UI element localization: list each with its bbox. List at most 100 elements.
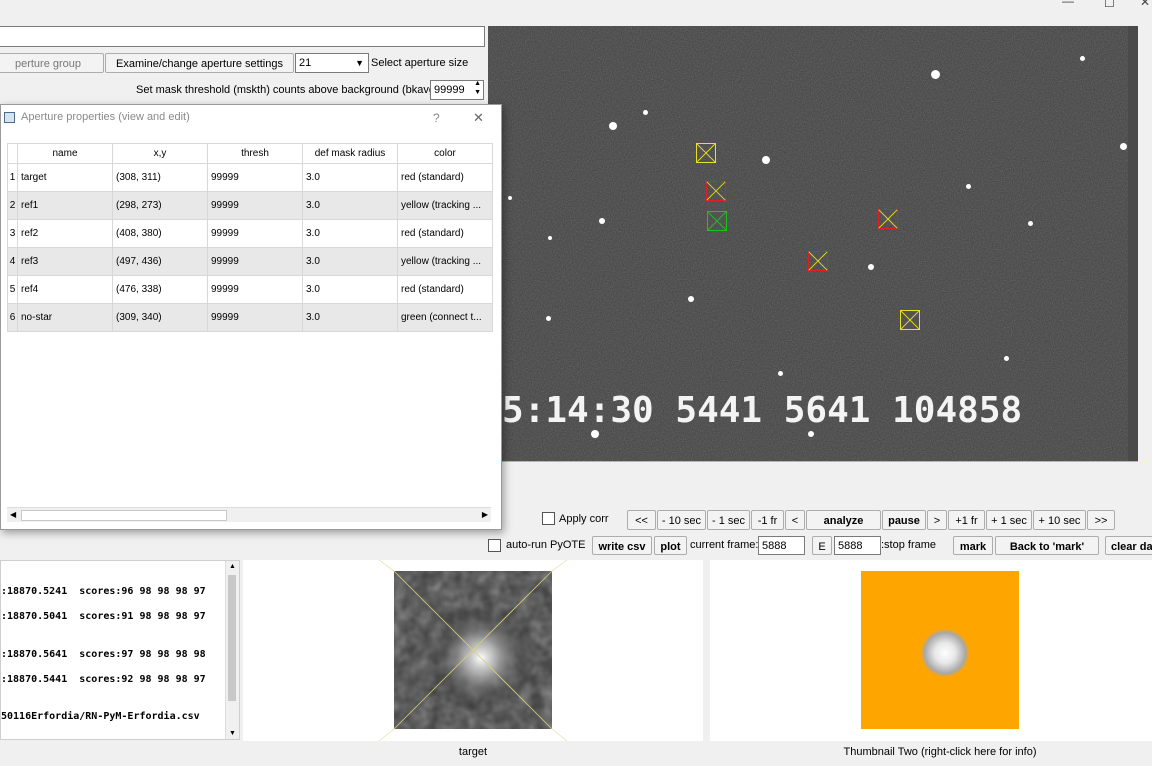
current-frame-input[interactable]: 5888 (758, 536, 805, 555)
cell-color[interactable]: yellow (tracking ... (397, 191, 493, 220)
e-button[interactable]: E (812, 536, 832, 555)
table-row[interactable]: 2 ref1 (298, 273) 99999 3.0 yellow (trac… (7, 191, 493, 220)
auto-run-pyote-checkbox[interactable] (488, 539, 501, 552)
cell-xy[interactable]: (298, 273) (112, 191, 208, 220)
fast-forward-to-end-button[interactable]: >> (1087, 510, 1115, 530)
cell-radius[interactable]: 3.0 (302, 303, 398, 332)
cell-color[interactable]: green (connect t... (397, 303, 493, 332)
aperture-target[interactable] (706, 181, 726, 201)
image-bottom-line (502, 461, 1138, 462)
cell-name[interactable]: ref1 (17, 191, 113, 220)
stop-frame-input[interactable]: 5888 (834, 536, 881, 555)
cell-thresh[interactable]: 99999 (207, 303, 303, 332)
star (931, 70, 940, 79)
back-1-sec-button[interactable]: - 1 sec (707, 510, 750, 530)
aperture-ref2[interactable] (808, 251, 828, 271)
apply-corr-checkbox[interactable] (542, 512, 555, 525)
examine-aperture-settings-button[interactable]: Examine/change aperture settings (105, 53, 294, 73)
back-to-mark-button[interactable]: Back to 'mark' (995, 536, 1099, 555)
scroll-down-icon[interactable]: ▼ (229, 730, 236, 737)
aperture-no-star[interactable] (707, 211, 727, 231)
aperture-ref4[interactable] (878, 209, 898, 229)
thumbnail-one-panel[interactable] (243, 560, 703, 741)
table-row[interactable]: 3 ref2 (408, 380) 99999 3.0 red (standar… (7, 219, 493, 248)
cell-xy[interactable]: (308, 311) (112, 163, 208, 192)
cell-xy[interactable]: (476, 338) (112, 275, 208, 304)
back-1-frame-button[interactable]: -1 fr (751, 510, 784, 530)
cell-radius[interactable]: 3.0 (302, 247, 398, 276)
scroll-left-icon[interactable]: ◀ (10, 508, 16, 522)
filename-field[interactable] (0, 26, 485, 47)
aperture-ref3[interactable] (900, 310, 920, 330)
mask-threshold-spinbox[interactable]: 99999 ▲ ▼ (430, 80, 484, 100)
cell-name[interactable]: ref3 (17, 247, 113, 276)
forward-1-sec-button[interactable]: + 1 sec (986, 510, 1032, 530)
cell-xy[interactable]: (408, 380) (112, 219, 208, 248)
row-number[interactable]: 1 (7, 163, 18, 192)
log-text-area[interactable]: :18870.5241 scores:96 98 98 98 97 :18870… (0, 560, 240, 740)
cell-xy[interactable]: (309, 340) (112, 303, 208, 332)
row-number[interactable]: 5 (7, 275, 18, 304)
cell-radius[interactable]: 3.0 (302, 219, 398, 248)
forward-10-sec-button[interactable]: + 10 sec (1033, 510, 1086, 530)
vertical-scrollbar[interactable]: ▲ ▼ (225, 561, 239, 739)
row-number[interactable]: 3 (7, 219, 18, 248)
cell-name[interactable]: target (17, 163, 113, 192)
cell-xy[interactable]: (497, 436) (112, 247, 208, 276)
cell-thresh[interactable]: 99999 (207, 275, 303, 304)
aperture-size-select[interactable]: 21 ▼ (295, 53, 369, 73)
table-row[interactable]: 1 target (308, 311) 99999 3.0 red (stand… (7, 163, 493, 192)
maximize-icon[interactable]: ☐ (1104, 0, 1115, 10)
scrollbar-thumb[interactable] (21, 510, 227, 521)
thumbnail-two-panel[interactable] (710, 560, 1152, 741)
spin-arrows-icon[interactable]: ▲ ▼ (474, 81, 481, 97)
cell-thresh[interactable]: 99999 (207, 163, 303, 192)
cell-name[interactable]: no-star (17, 303, 113, 332)
step-forward-button[interactable]: > (927, 510, 947, 530)
row-number[interactable]: 6 (7, 303, 18, 332)
row-number[interactable]: 2 (7, 191, 18, 220)
step-back-button[interactable]: < (785, 510, 805, 530)
cell-color[interactable]: red (standard) (397, 163, 493, 192)
aperture-ref1[interactable] (696, 143, 716, 163)
scroll-up-icon[interactable]: ▲ (229, 563, 236, 570)
write-csv-button[interactable]: write csv (592, 536, 652, 555)
help-icon[interactable]: ? (433, 111, 440, 125)
cell-thresh[interactable]: 99999 (207, 247, 303, 276)
back-10-sec-button[interactable]: - 10 sec (657, 510, 706, 530)
column-header-thresh[interactable]: thresh (207, 143, 303, 164)
minimize-icon[interactable]: — (1062, 0, 1074, 8)
close-window-icon[interactable]: ✕ (1140, 0, 1150, 9)
cell-color[interactable]: red (standard) (397, 219, 493, 248)
cell-color[interactable]: red (standard) (397, 275, 493, 304)
close-icon[interactable]: ✕ (473, 110, 484, 126)
cell-color[interactable]: yellow (tracking ... (397, 247, 493, 276)
plot-button[interactable]: plot (654, 536, 687, 555)
cell-radius[interactable]: 3.0 (302, 275, 398, 304)
scrollbar-thumb[interactable] (228, 575, 236, 701)
row-number[interactable]: 4 (7, 247, 18, 276)
mark-button[interactable]: mark (953, 536, 993, 555)
pause-button[interactable]: pause (882, 510, 926, 530)
column-header-color[interactable]: color (397, 143, 493, 164)
table-row[interactable]: 6 no-star (309, 340) 99999 3.0 green (co… (7, 303, 493, 332)
cell-thresh[interactable]: 99999 (207, 191, 303, 220)
column-header-mask-radius[interactable]: def mask radius (302, 143, 398, 164)
rewind-to-start-button[interactable]: << (627, 510, 656, 530)
table-row[interactable]: 5 ref4 (476, 338) 99999 3.0 red (standar… (7, 275, 493, 304)
cell-radius[interactable]: 3.0 (302, 191, 398, 220)
analyze-button[interactable]: analyze (806, 510, 881, 530)
aperture-group-button[interactable]: perture group (0, 53, 104, 73)
column-header-name[interactable]: name (17, 143, 113, 164)
column-header-xy[interactable]: x,y (112, 143, 208, 164)
cell-name[interactable]: ref4 (17, 275, 113, 304)
forward-1-frame-button[interactable]: +1 fr (948, 510, 985, 530)
scroll-right-icon[interactable]: ▶ (482, 508, 488, 522)
clear-data-button[interactable]: clear da (1105, 536, 1152, 555)
cell-thresh[interactable]: 99999 (207, 219, 303, 248)
cell-name[interactable]: ref2 (17, 219, 113, 248)
horizontal-scrollbar[interactable]: ◀ ▶ (7, 507, 491, 522)
cell-radius[interactable]: 3.0 (302, 163, 398, 192)
table-row[interactable]: 4 ref3 (497, 436) 99999 3.0 yellow (trac… (7, 247, 493, 276)
image-display[interactable]: 5:14:30 5441 5641 104858 (488, 26, 1138, 462)
